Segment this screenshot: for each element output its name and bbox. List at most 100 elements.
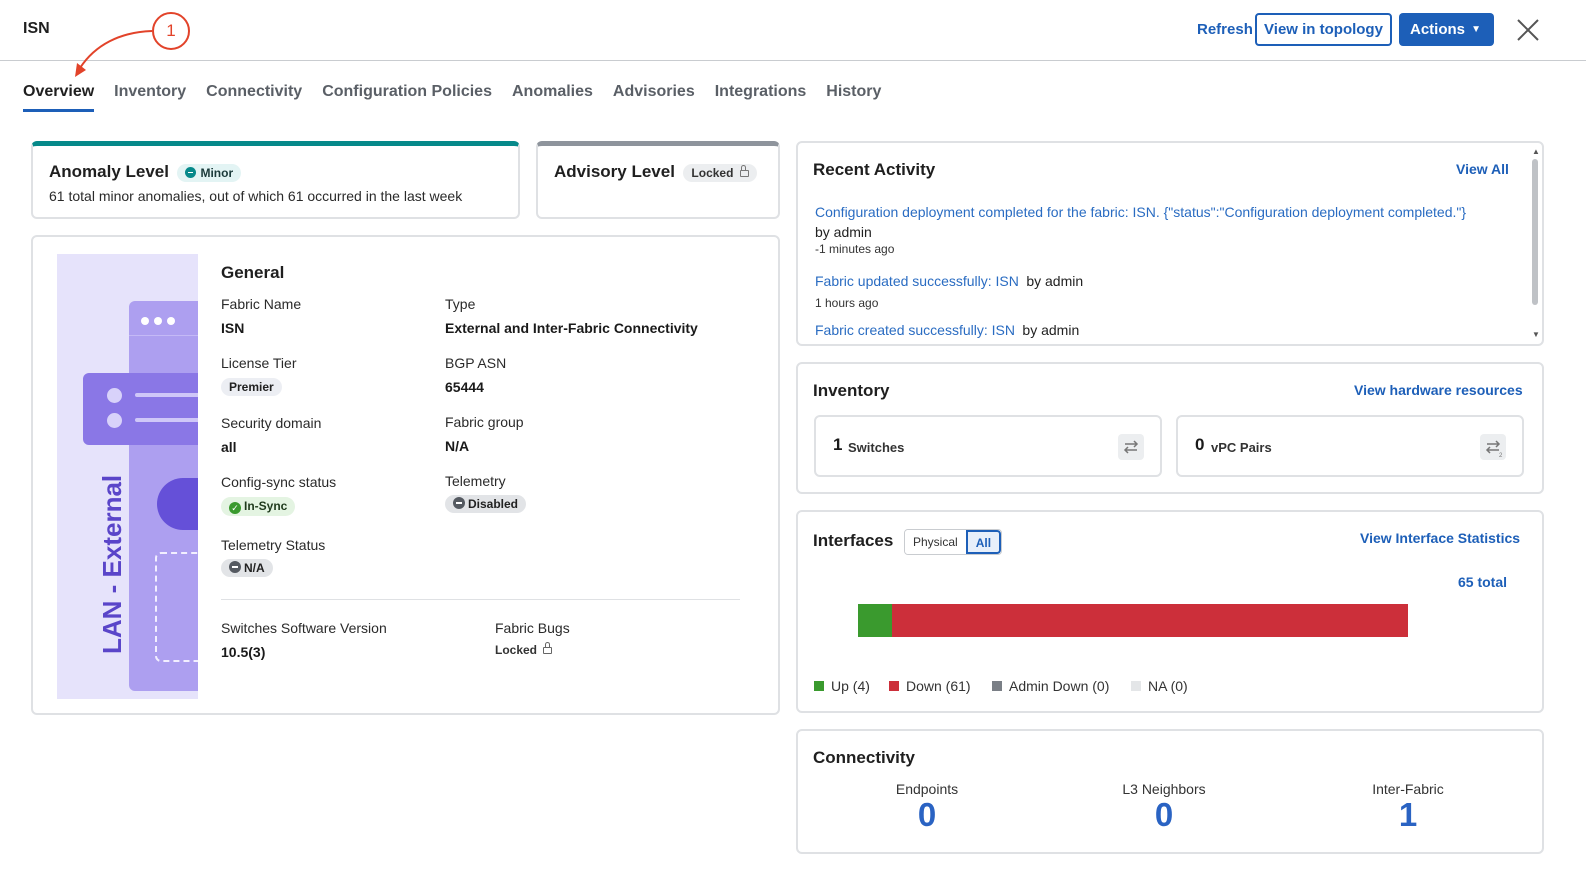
security-domain-label: Security domain bbox=[221, 415, 322, 431]
scroll-down-icon[interactable]: ▼ bbox=[1532, 330, 1540, 339]
l3-neighbors-stat[interactable]: L3 Neighbors 0 bbox=[1064, 781, 1264, 833]
activity-item: Fabric updated successfully: ISN by admi… bbox=[815, 273, 1525, 310]
anomaly-description: 61 total minor anomalies, out of which 6… bbox=[49, 188, 463, 204]
endpoints-value: 0 bbox=[917, 796, 937, 833]
activity-by: by admin bbox=[1022, 322, 1080, 338]
vpc-label: vPC Pairs bbox=[1211, 440, 1272, 455]
switches-label: Switches bbox=[848, 440, 905, 455]
activity-time: -1 minutes ago bbox=[815, 242, 895, 256]
connectivity-title: Connectivity bbox=[813, 748, 916, 767]
scroll-thumb[interactable] bbox=[1532, 159, 1538, 305]
activity-time: 1 hours ago bbox=[815, 296, 879, 310]
telemetry-status-value: N/A bbox=[244, 561, 265, 575]
chevron-down-icon: ▼ bbox=[1471, 24, 1481, 35]
lock-icon bbox=[543, 642, 553, 654]
legend-admin-down-label: Admin Down (0) bbox=[1009, 678, 1110, 694]
activity-link[interactable]: Fabric updated successfully: ISN bbox=[815, 273, 1019, 289]
legend-down: Down (61) bbox=[889, 678, 971, 694]
fabric-bugs-value: Locked bbox=[495, 642, 553, 657]
tab-overview[interactable]: Overview bbox=[23, 83, 95, 112]
connectivity-card: Connectivity Endpoints 0 L3 Neighbors 0 … bbox=[796, 729, 1544, 854]
telemetry-value: Disabled bbox=[468, 497, 519, 511]
view-in-topology-button[interactable]: View in topology bbox=[1255, 13, 1392, 46]
na-icon bbox=[229, 561, 241, 573]
legend-na: NA (0) bbox=[1131, 678, 1188, 694]
legend-admin-down: Admin Down (0) bbox=[992, 678, 1109, 694]
tab-bar: Overview Inventory Connectivity Configur… bbox=[23, 83, 901, 113]
check-icon: ✓ bbox=[229, 502, 241, 514]
illustration-label: LAN - External bbox=[97, 474, 127, 654]
tab-configuration-policies[interactable]: Configuration Policies bbox=[322, 83, 492, 111]
legend-na-label: NA (0) bbox=[1148, 678, 1188, 694]
fabric-group-label: Fabric group bbox=[445, 414, 524, 430]
tab-advisories[interactable]: Advisories bbox=[613, 83, 695, 111]
legend-up-label: Up (4) bbox=[831, 678, 870, 694]
fabric-name-label: Fabric Name bbox=[221, 296, 302, 312]
vpc-count: 0 bbox=[1195, 435, 1205, 454]
config-sync-badge: ✓ In-Sync bbox=[221, 497, 296, 516]
interfaces-title: Interfaces bbox=[813, 531, 894, 550]
recent-activity-title: Recent Activity bbox=[813, 160, 936, 179]
config-sync-label: Config-sync status bbox=[221, 474, 337, 490]
switches-count: 1 bbox=[833, 435, 843, 454]
divider bbox=[221, 599, 740, 600]
bgp-asn-value: 65444 bbox=[445, 379, 484, 395]
switches-stat[interactable]: 1 Switches bbox=[814, 415, 1162, 477]
anomaly-badge-label: Minor bbox=[200, 165, 234, 180]
tab-history[interactable]: History bbox=[826, 83, 881, 111]
activity-scrollbar[interactable]: ▲ ▼ bbox=[1531, 147, 1540, 342]
activity-item: Fabric created successfully: ISN by admi… bbox=[815, 322, 1525, 340]
tab-integrations[interactable]: Integrations bbox=[715, 83, 807, 111]
anomaly-badge: Minor bbox=[177, 163, 242, 182]
advisory-badge: Locked bbox=[683, 163, 757, 182]
view-all-link[interactable]: View All bbox=[1456, 161, 1509, 177]
refresh-button[interactable]: Refresh bbox=[1197, 21, 1253, 38]
bar-segment-up[interactable] bbox=[858, 604, 892, 637]
type-value: External and Inter-Fabric Connectivity bbox=[445, 320, 698, 336]
fabric-illustration: LAN - External bbox=[57, 254, 198, 699]
fabric-bugs-text: Locked bbox=[495, 643, 538, 657]
view-hardware-resources-link[interactable]: View hardware resources bbox=[1354, 382, 1523, 398]
advisory-level-title: Advisory Level bbox=[554, 162, 675, 181]
anomaly-level-title: Anomaly Level bbox=[49, 162, 169, 181]
scroll-up-icon[interactable]: ▲ bbox=[1532, 147, 1540, 156]
tab-anomalies[interactable]: Anomalies bbox=[512, 83, 593, 111]
tab-inventory[interactable]: Inventory bbox=[114, 83, 186, 111]
toggle-all[interactable]: All bbox=[965, 530, 1002, 554]
fabric-group-value: N/A bbox=[445, 438, 470, 454]
minor-status-icon bbox=[185, 166, 197, 178]
close-icon[interactable] bbox=[1516, 18, 1540, 42]
toggle-physical[interactable]: Physical bbox=[905, 530, 966, 554]
inter-fabric-value: 1 bbox=[1398, 796, 1418, 833]
sw-version-value: 10.5(3) bbox=[221, 644, 266, 660]
advisory-badge-label: Locked bbox=[691, 165, 734, 180]
inter-fabric-label: Inter-Fabric bbox=[1372, 781, 1444, 797]
telemetry-badge: Disabled bbox=[445, 495, 527, 513]
interfaces-status-bar bbox=[858, 604, 1408, 637]
activity-link[interactable]: Configuration deployment completed for t… bbox=[815, 204, 1525, 220]
telemetry-status-label: Telemetry Status bbox=[221, 537, 326, 553]
telemetry-status-badge: N/A bbox=[221, 559, 273, 577]
license-tier-label: License Tier bbox=[221, 355, 297, 371]
inter-fabric-stat[interactable]: Inter-Fabric 1 bbox=[1308, 781, 1508, 833]
fabric-name-value: ISN bbox=[221, 320, 245, 336]
actions-button[interactable]: Actions ▼ bbox=[1399, 13, 1494, 46]
legend-down-label: Down (61) bbox=[906, 678, 971, 694]
vpc-pairs-stat[interactable]: 0 vPC Pairs 2 bbox=[1176, 415, 1524, 477]
endpoints-stat[interactable]: Endpoints 0 bbox=[827, 781, 1027, 833]
lock-icon bbox=[739, 164, 749, 177]
activity-link[interactable]: Fabric created successfully: ISN bbox=[815, 322, 1015, 338]
actions-label: Actions bbox=[1410, 21, 1466, 38]
activity-by: by admin bbox=[1026, 273, 1084, 289]
switch-icon bbox=[1118, 434, 1144, 460]
view-interface-statistics-link[interactable]: View Interface Statistics bbox=[1360, 530, 1520, 546]
tab-connectivity[interactable]: Connectivity bbox=[206, 83, 302, 111]
annotation-marker: 1 bbox=[152, 12, 190, 50]
anomaly-level-card: Anomaly Level Minor 61 total minor anoma… bbox=[31, 141, 520, 219]
bar-segment-down[interactable] bbox=[891, 604, 1408, 637]
vpc-pair-icon: 2 bbox=[1480, 434, 1506, 460]
recent-activity-card: Recent Activity View All Configuration d… bbox=[796, 141, 1544, 346]
disabled-icon bbox=[453, 497, 465, 509]
general-card: LAN - External General Fabric Name ISN T… bbox=[31, 235, 780, 715]
activity-item: Configuration deployment completed for t… bbox=[815, 204, 1525, 256]
